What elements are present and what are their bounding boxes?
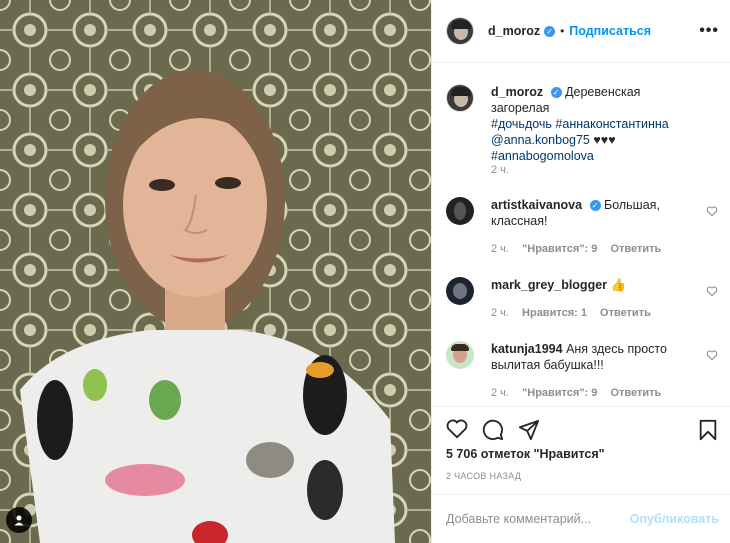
heart-icon[interactable]	[706, 349, 718, 361]
comment-likes[interactable]: "Нравится": 9	[522, 387, 597, 399]
caption-hearts: ♥♥♥	[593, 133, 616, 147]
comment-meta: 2 ч. "Нравится": 9 Ответить	[491, 243, 671, 255]
comment-body-2: классная!	[491, 214, 548, 228]
comment-likes[interactable]: "Нравится": 9	[522, 243, 597, 255]
photo-image	[0, 0, 431, 543]
comment-author[interactable]: artistkaivanova	[491, 198, 582, 212]
comment-item: katunja1994 Аня здесь просто вылитая баб…	[446, 341, 718, 401]
verified-icon: ✓	[544, 25, 556, 37]
caption-author[interactable]: d_moroz	[491, 85, 543, 99]
comment-meta: 2 ч. Нравится: 1 Ответить	[491, 307, 661, 319]
like-heart-icon[interactable]	[446, 419, 468, 439]
comment-text: artistkaivanova ✓ Большая, классная!	[491, 197, 691, 229]
caption-avatar[interactable]	[446, 84, 474, 112]
separator-dot: •	[560, 24, 565, 38]
reply-button[interactable]: Ответить	[600, 307, 651, 319]
caption: d_moroz ✓ Деревенская загорелая #дочьдоч…	[446, 84, 718, 184]
comment-avatar[interactable]	[446, 277, 474, 305]
publish-button[interactable]: Опубликовать	[630, 512, 719, 526]
comment-composer: Опубликовать	[432, 494, 730, 543]
comment-time[interactable]: 2 ч.	[491, 387, 509, 399]
comment-item: artistkaivanova ✓ Большая, классная! 2 ч…	[446, 197, 718, 257]
caption-time[interactable]: 2 ч.	[491, 164, 509, 176]
share-icon[interactable]	[518, 419, 540, 441]
comment-text: katunja1994 Аня здесь просто вылитая баб…	[491, 341, 691, 373]
reply-button[interactable]: Ответить	[610, 387, 661, 399]
verified-icon: ✓	[550, 87, 562, 99]
post-time[interactable]: 2 ЧАСОВ НАЗАД	[446, 471, 521, 481]
author-avatar[interactable]	[446, 17, 474, 45]
caption-text: d_moroz ✓ Деревенская загорелая #дочьдоч…	[491, 84, 691, 164]
comment-text: mark_grey_blogger 👍	[491, 277, 691, 293]
heart-icon[interactable]	[706, 205, 718, 217]
comment-icon[interactable]	[482, 419, 504, 441]
caption-tags[interactable]: #дочьдочь #аннаконстантинна	[491, 117, 669, 131]
post-actions	[432, 406, 730, 444]
post-header: d_moroz ✓ • Подписаться •••	[432, 0, 730, 63]
reply-button[interactable]: Ответить	[610, 243, 661, 255]
comment-item: mark_grey_blogger 👍 2 ч. Нравится: 1 Отв…	[446, 277, 718, 327]
more-icon[interactable]: •••	[699, 22, 719, 40]
comment-avatar[interactable]	[446, 341, 474, 369]
comment-body: Большая,	[604, 198, 660, 212]
post-photo[interactable]	[0, 0, 431, 543]
likes-count[interactable]: 5 706 отметок "Нравится"	[446, 447, 605, 461]
comment-avatar[interactable]	[446, 197, 474, 225]
caption-mention[interactable]: @anna.konbog75	[491, 133, 590, 147]
follow-button[interactable]: Подписаться	[569, 24, 651, 38]
comment-time[interactable]: 2 ч.	[491, 243, 509, 255]
comment-body: Аня здесь просто	[566, 342, 667, 356]
bookmark-icon[interactable]	[698, 419, 718, 441]
comment-body: 👍	[610, 278, 627, 292]
author-username[interactable]: d_moroz	[488, 24, 540, 38]
comment-likes[interactable]: Нравится: 1	[522, 307, 587, 319]
heart-icon[interactable]	[706, 285, 718, 297]
comment-author[interactable]: mark_grey_blogger	[491, 278, 607, 292]
user-tag-icon[interactable]	[6, 507, 32, 533]
comment-body-2: вылитая бабушка!!!	[491, 358, 604, 372]
post-panel: d_moroz ✓ • Подписаться ••• d_moroz ✓ Де…	[431, 0, 730, 543]
comment-meta: 2 ч. "Нравится": 9 Ответить	[491, 387, 671, 399]
comment-time[interactable]: 2 ч.	[491, 307, 509, 319]
comment-input[interactable]	[446, 509, 626, 529]
caption-tags-2[interactable]: #annabogomolova	[491, 149, 594, 163]
comment-author[interactable]: katunja1994	[491, 342, 563, 356]
caption-meta: 2 ч.	[491, 164, 519, 176]
verified-icon: ✓	[589, 200, 601, 212]
comments-list[interactable]: d_moroz ✓ Деревенская загорелая #дочьдоч…	[432, 64, 730, 406]
